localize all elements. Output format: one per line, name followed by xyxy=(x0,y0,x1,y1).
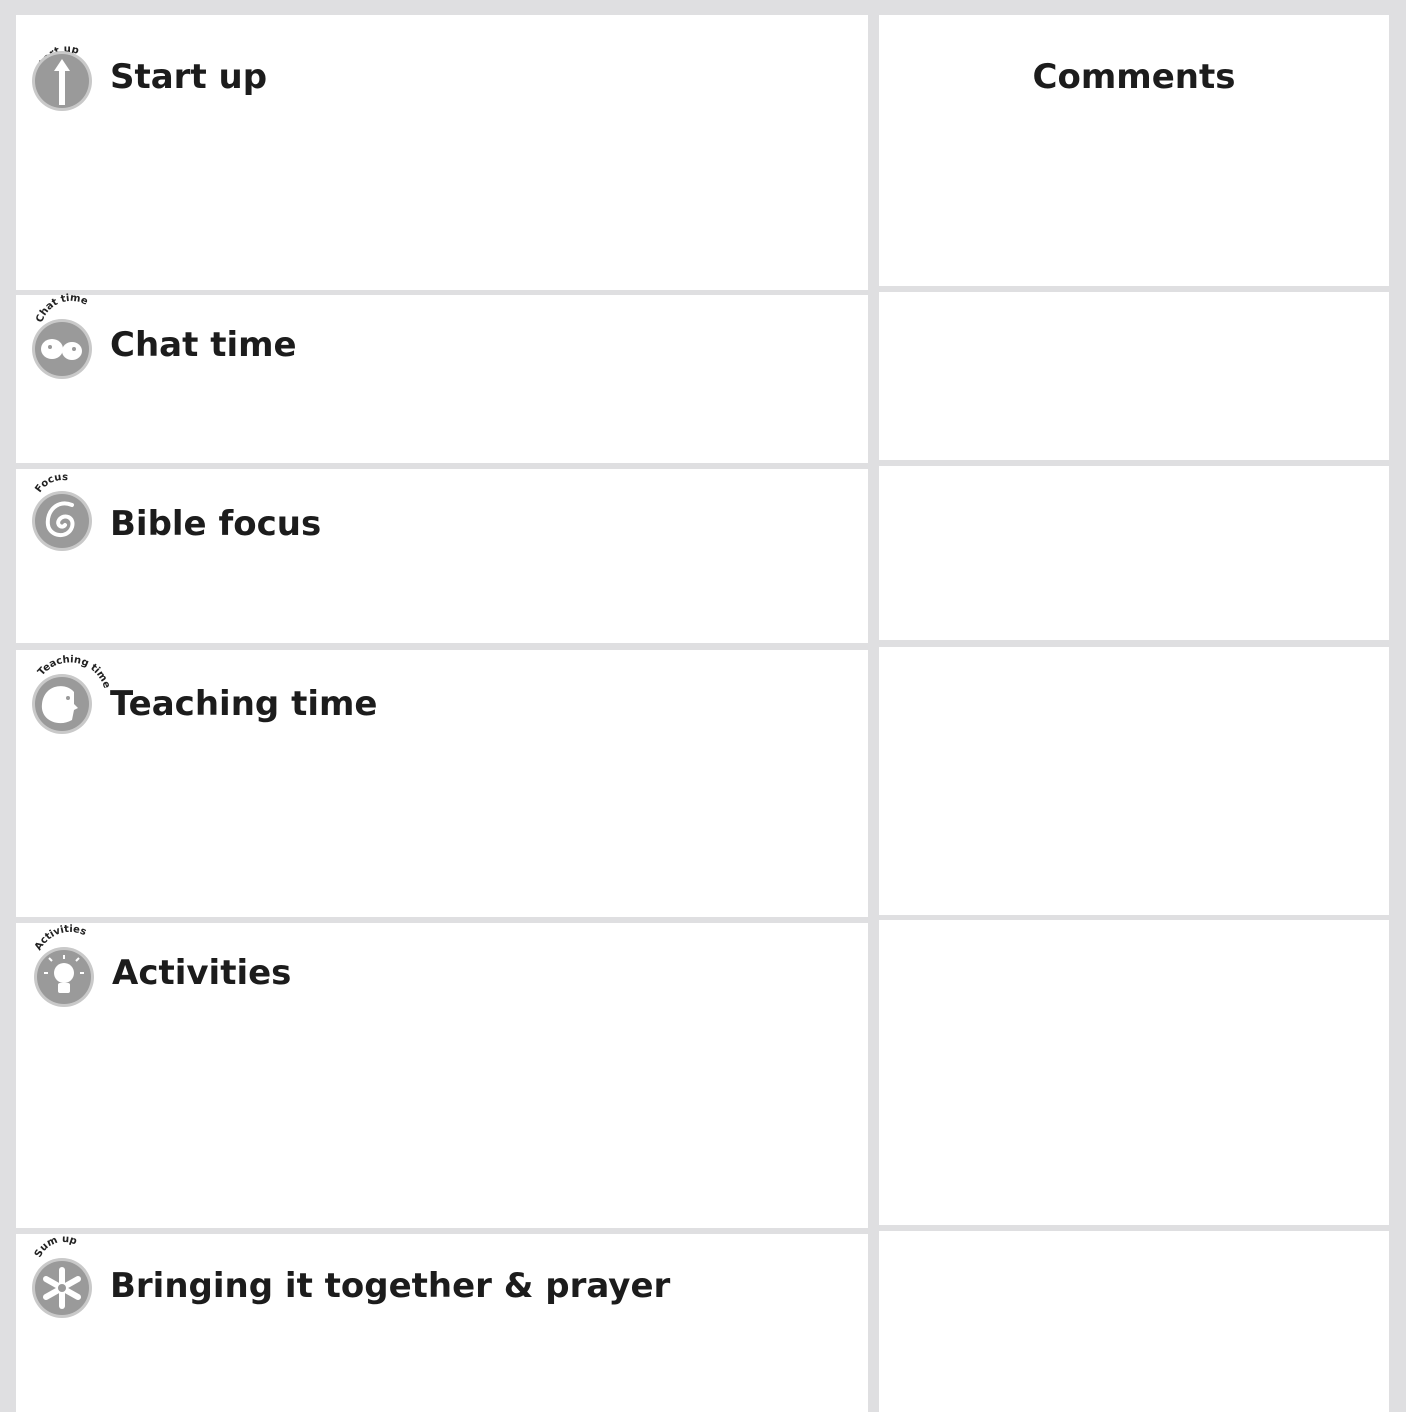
teaching-time-title: Teaching time xyxy=(110,684,378,724)
chat-time-badge-icon: Chat time xyxy=(28,293,104,391)
start-up-badge-icon: Start up xyxy=(28,35,104,125)
start-up-title: Start up xyxy=(110,57,268,97)
svg-text:Sum up: Sum up xyxy=(33,1234,78,1260)
comments-bible-focus-cell[interactable] xyxy=(879,466,1389,640)
comments-activities-cell[interactable] xyxy=(879,920,1389,1225)
teaching-time-cell: Teaching time Teaching time xyxy=(16,650,868,917)
comments-header-cell: Comments xyxy=(879,15,1389,286)
sum-up-title: Bringing it together & prayer xyxy=(110,1266,671,1306)
bible-focus-cell: Focus Bible focus xyxy=(16,469,868,643)
bible-focus-title: Bible focus xyxy=(110,504,322,544)
activities-badge-icon: Activities xyxy=(30,924,106,1021)
sum-up-cell: Sum up Bringing it together & prayer xyxy=(16,1234,868,1412)
comments-sum-up-cell[interactable] xyxy=(879,1231,1389,1412)
bible-focus-badge-icon: Focus xyxy=(28,472,104,565)
planning-sheet: Start up Start up Chat time Chat time xyxy=(0,0,1406,1412)
start-up-cell: Start up Start up xyxy=(16,15,868,290)
activities-title: Activities xyxy=(112,953,292,993)
teaching-time-badge-icon: Teaching time xyxy=(28,654,112,748)
chat-time-cell: Chat time Chat time xyxy=(16,293,868,463)
comments-chat-time-cell[interactable] xyxy=(879,292,1389,460)
chat-time-title: Chat time xyxy=(110,325,297,365)
comments-teaching-time-cell[interactable] xyxy=(879,647,1389,915)
activities-cell: Activities Activities xyxy=(16,923,868,1228)
sum-up-badge-icon: Sum up xyxy=(28,1234,104,1328)
comments-title: Comments xyxy=(1032,57,1236,97)
